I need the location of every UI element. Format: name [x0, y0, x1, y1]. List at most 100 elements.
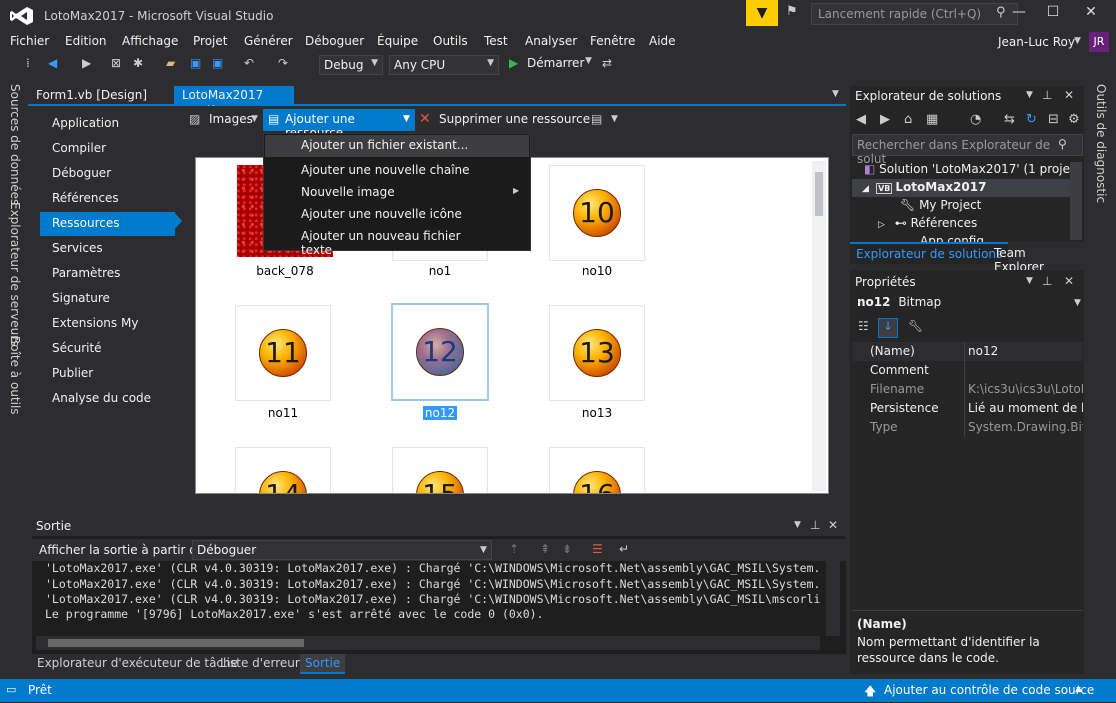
resource-thumbnail-no10[interactable]: 10	[549, 165, 645, 261]
pending-changes-icon[interactable]: ◔	[970, 112, 981, 127]
tab-form1-design[interactable]: Form1.vb [Design]	[28, 86, 168, 106]
back-icon[interactable]: ◀	[48, 56, 57, 70]
add-to-source-control-button[interactable]: Ajouter au contrôle de code source	[884, 683, 1094, 697]
configuration-select[interactable]: Debug ▼	[319, 55, 383, 75]
find-message-icon[interactable]: ⇡	[509, 542, 519, 556]
next-message-icon[interactable]: ⇟	[562, 542, 572, 556]
output-source-select[interactable]: Déboguer ▼	[192, 540, 492, 560]
scrollbar-thumb[interactable]	[48, 639, 304, 647]
word-wrap-icon[interactable]: ↵	[619, 542, 629, 556]
server-explorer-tab[interactable]: Explorateur de serveurs	[8, 202, 22, 346]
menu-analyser[interactable]: Analyser	[525, 34, 577, 48]
tab-error-list[interactable]: Liste d'erreurs	[215, 654, 311, 674]
user-name[interactable]: Jean-Luc Roy	[998, 35, 1075, 49]
menu-item-add-text-file[interactable]: Ajouter un nouveau fichier texte	[265, 226, 529, 257]
data-sources-tab[interactable]: Sources de données	[8, 84, 22, 205]
tree-references[interactable]: ▷ ⊷ Références	[878, 216, 977, 230]
menu-projet[interactable]: Projet	[193, 34, 227, 48]
avatar[interactable]: JR	[1089, 32, 1109, 52]
menu-edition[interactable]: Edition	[65, 34, 107, 48]
forward-icon[interactable]: ▶	[82, 56, 91, 70]
collapse-all-icon[interactable]: ⊟	[1048, 112, 1059, 127]
pin-icon[interactable]: ⊥	[1042, 274, 1052, 288]
platform-select[interactable]: Any CPU ▼	[389, 55, 499, 75]
toolbox-tab[interactable]: Boîte à outils	[8, 336, 22, 415]
category-select[interactable]: Images	[209, 112, 253, 126]
solution-scrollbar[interactable]	[1070, 162, 1082, 240]
nav-application[interactable]: Application	[40, 112, 175, 136]
properties-icon[interactable]: ⚙	[1068, 112, 1080, 127]
nav-parametres[interactable]: Paramètres	[40, 262, 175, 286]
property-row[interactable]: Type System.Drawing.Bitma	[852, 418, 1083, 437]
close-icon[interactable]: ✕	[1064, 274, 1074, 288]
tab-task-runner-explorer[interactable]: Explorateur d'exécuteur de tâche	[32, 654, 243, 674]
chevron-down-icon[interactable]: ▼	[794, 520, 801, 530]
open-folder-icon[interactable]: ▰	[166, 56, 175, 70]
resource-label[interactable]: no13	[549, 406, 645, 420]
chevron-down-icon[interactable]: ▼	[1074, 36, 1081, 46]
close-icon[interactable]: ✕	[828, 518, 838, 532]
maximize-button[interactable]: ☐	[1036, 4, 1070, 26]
save-all-icon[interactable]: ▣	[212, 56, 223, 70]
resource-thumbnail[interactable]: 15	[392, 447, 488, 493]
resource-label[interactable]: no12	[392, 406, 488, 420]
nav-signature[interactable]: Signature	[40, 287, 175, 311]
nav-deboguer[interactable]: Déboguer	[40, 162, 175, 186]
nav-analyse-du-code[interactable]: Analyse du code	[40, 387, 175, 411]
tree-app-config[interactable]: App.config	[900, 234, 1070, 242]
resource-label[interactable]: no10	[549, 264, 645, 278]
pin-icon[interactable]: ⊥	[810, 518, 820, 532]
back-icon[interactable]: ◀	[856, 112, 866, 127]
tree-my-project[interactable]: 🔧︎ My Project	[900, 198, 981, 212]
quick-launch-input[interactable]: Lancement rapide (Ctrl+Q)	[811, 3, 1018, 25]
nav-references[interactable]: Références	[40, 187, 175, 211]
tab-solution-explorer[interactable]: Explorateur de solutions	[850, 242, 1009, 264]
resource-thumbnail-no11[interactable]: 11	[235, 305, 331, 401]
solution-icon[interactable]: ⊠	[111, 56, 121, 70]
solution-search-input[interactable]: Rechercher dans Explorateur de solut ⚲	[852, 134, 1083, 166]
save-icon[interactable]: ▣	[190, 56, 201, 70]
add-resource-button[interactable]: ▤ Ajouter une ressource ▼	[263, 109, 415, 140]
home-icon[interactable]: ⌂	[904, 112, 912, 127]
nav-securite[interactable]: Sécurité	[40, 337, 175, 361]
play-icon[interactable]: ▶	[509, 56, 518, 70]
remove-resource-button[interactable]: Supprimer une ressource	[439, 112, 590, 126]
property-row[interactable]: Comment	[852, 361, 1083, 380]
views-icon[interactable]: ▤	[591, 112, 602, 126]
menu-item-add-existing-file[interactable]: Ajouter un fichier existant...	[265, 135, 529, 157]
resource-thumbnail-no12[interactable]: 12	[391, 303, 489, 401]
menu-test[interactable]: Test	[484, 34, 508, 48]
resource-thumbnail-no13[interactable]: 13	[549, 305, 645, 401]
menu-generer[interactable]: Générer	[244, 34, 293, 48]
property-row[interactable]: Persistence Lié au moment de la c	[852, 399, 1083, 418]
tab-overflow-chevron-down-icon[interactable]: ▼	[832, 89, 839, 99]
menu-item-add-icon[interactable]: Ajouter une nouvelle icône	[265, 204, 529, 226]
chevron-down-icon[interactable]: ▼	[1026, 276, 1033, 286]
scrollbar-thumb[interactable]	[815, 172, 823, 216]
menu-equipe[interactable]: Équipe	[377, 34, 418, 48]
chevron-down-icon[interactable]: ▼	[251, 114, 258, 124]
start-button[interactable]: Démarrer	[527, 56, 584, 70]
diagnostic-tools-tab[interactable]: Outils de diagnostic	[1094, 84, 1108, 203]
close-window-button[interactable]: ✕	[1074, 4, 1108, 26]
chevron-down-icon[interactable]: ▼	[585, 56, 592, 66]
switch-views-icon[interactable]: ▦	[926, 112, 938, 127]
new-project-icon[interactable]: ✱	[133, 56, 143, 70]
notifications-filter-icon[interactable]: ▼	[746, 0, 778, 26]
menu-item-add-string[interactable]: Ajouter une nouvelle chaîne	[265, 160, 529, 182]
tree-project[interactable]: ◢ VB LotoMax2017	[862, 180, 986, 194]
menu-fichier[interactable]: Fichier	[10, 34, 49, 48]
nav-extensions-my[interactable]: Extensions My	[40, 312, 175, 336]
menu-aide[interactable]: Aide	[649, 34, 676, 48]
menu-fenetre[interactable]: Fenêtre	[590, 34, 635, 48]
chevron-down-icon[interactable]: ▼	[1026, 90, 1033, 100]
sync-icon[interactable]: ⇆	[1004, 112, 1015, 127]
resource-label[interactable]: back_078	[237, 264, 333, 278]
alphabetical-icon[interactable]: ↓	[878, 318, 898, 338]
property-row[interactable]: Filename K:\ics3u\ics3u\LotoM	[852, 380, 1083, 399]
clear-all-icon[interactable]: ☰	[592, 542, 603, 556]
close-icon[interactable]: ✕	[1064, 88, 1074, 102]
menu-item-new-image[interactable]: Nouvelle image	[265, 182, 529, 204]
menu-deboguer[interactable]: Déboguer	[305, 34, 364, 48]
feedback-icon[interactable]: ⚑	[786, 4, 806, 22]
